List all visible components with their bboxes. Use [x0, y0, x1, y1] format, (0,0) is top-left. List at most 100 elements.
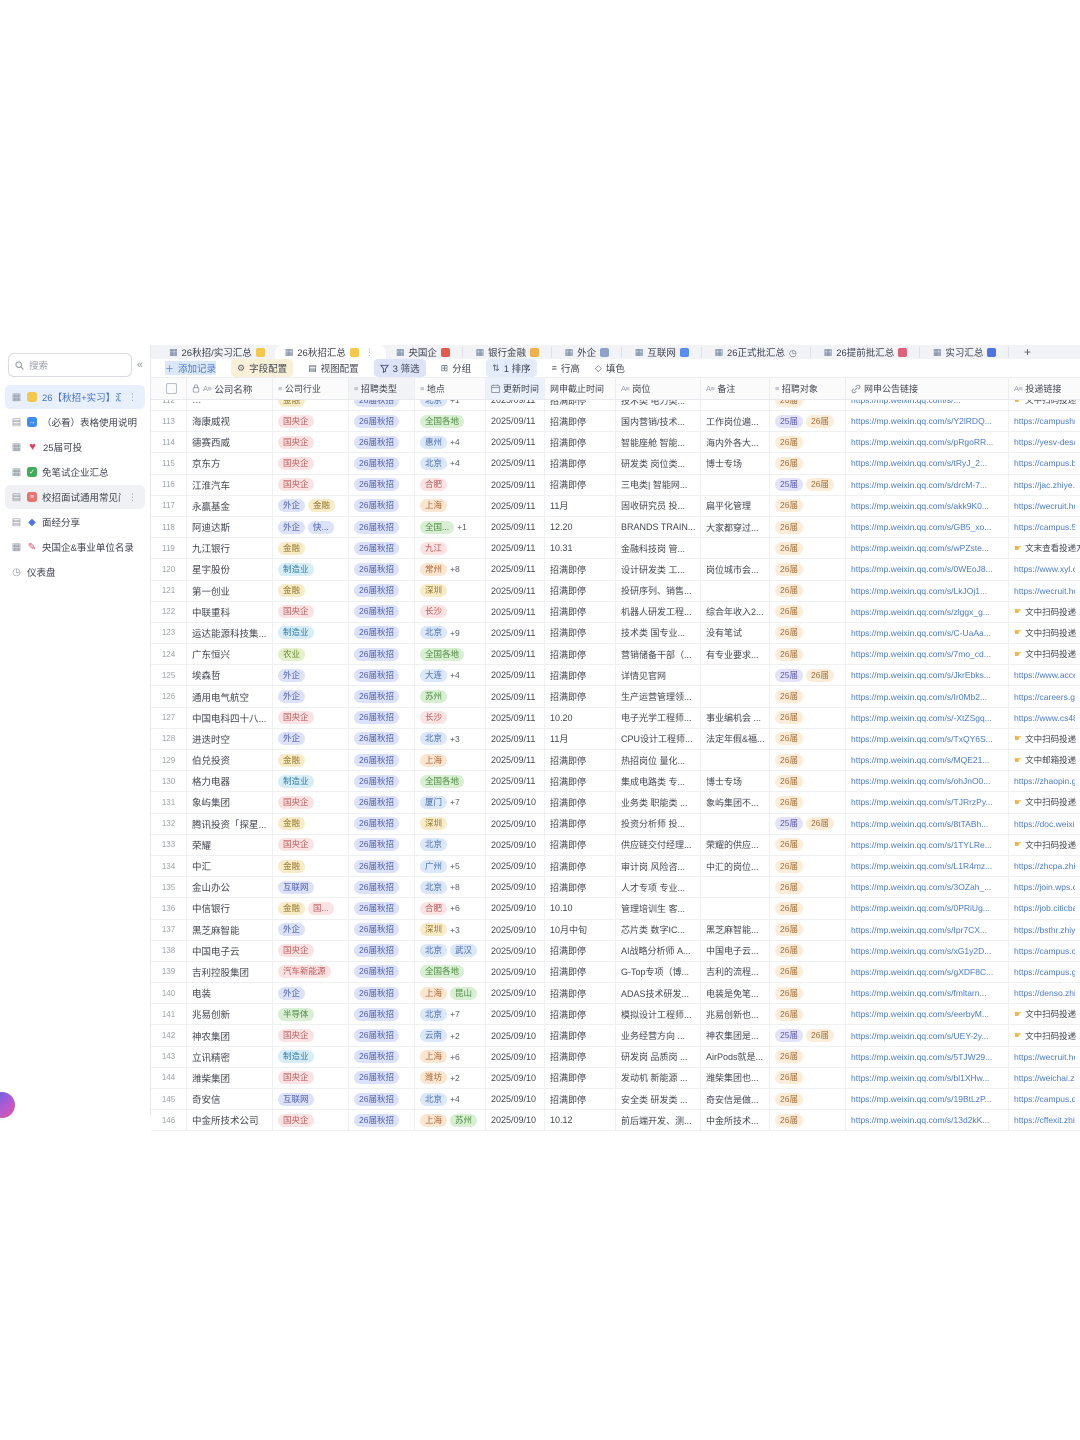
industry-cell[interactable]: 国央企: [273, 411, 349, 432]
target-cell[interactable]: 26届: [770, 1089, 846, 1110]
update-time-cell[interactable]: 2025/09/10: [486, 1110, 545, 1131]
recruit-type-cell[interactable]: 26届秋招: [349, 432, 415, 453]
target-cell[interactable]: 26届: [770, 686, 846, 707]
apply-link-cell[interactable]: https://zhaopin.gree...: [1009, 771, 1080, 791]
location-cell[interactable]: 长沙: [415, 601, 486, 622]
position-cell[interactable]: 机器人研发工程...: [616, 601, 701, 622]
position-cell[interactable]: 智能座舱 智能...: [616, 432, 701, 453]
announce-link[interactable]: https://mp.weixin.qq.com/s/akk9K0...: [851, 501, 989, 511]
location-cell[interactable]: 北京 +7: [415, 1004, 486, 1025]
announce-link[interactable]: https://mp.weixin.qq.com/s/bl1XHw...: [851, 1073, 989, 1083]
note-cell[interactable]: [701, 665, 770, 686]
update-time-cell[interactable]: 2025/09/10: [486, 813, 545, 834]
industry-cell[interactable]: 国央企: [273, 707, 349, 728]
note-cell[interactable]: 扁平化管理: [701, 495, 770, 516]
announce-link[interactable]: https://mp.weixin.qq.com/s/0PRiUg...: [851, 903, 990, 913]
location-cell[interactable]: 常州 +8: [415, 559, 486, 580]
update-time-cell[interactable]: 2025/09/11: [486, 771, 545, 792]
row-height-button[interactable]: ≡ 行高: [552, 361, 580, 375]
announce-link[interactable]: https://mp.weixin.qq.com/s/0WEoJ8...: [851, 564, 993, 574]
apply-link-cell[interactable]: ☛文中扫码投递: [1009, 729, 1080, 749]
row-number[interactable]: 126: [151, 686, 187, 707]
note-cell[interactable]: 象屿集团不...: [701, 792, 770, 813]
announce-link-cell[interactable]: https://mp.weixin.qq.com/s/LkJOj1...: [846, 580, 1009, 601]
deadline-cell[interactable]: 招满即停: [545, 622, 616, 644]
column-header-announce-link[interactable]: 网申公告链接: [846, 378, 1009, 399]
sidebar-item-1[interactable]: ▤ → （必看）表格使用说明: [5, 410, 145, 434]
sidebar-item-0[interactable]: ▦ 26【秋招+实习】汇... ⋮: [5, 385, 145, 409]
position-cell[interactable]: 金融科技岗 管...: [616, 538, 701, 559]
announce-link[interactable]: https://mp.weixin.qq.com/s/wPZste...: [851, 543, 989, 553]
apply-link-cell[interactable]: ☛文中扫码投递: [1009, 644, 1080, 664]
apply-link-cell[interactable]: ☛文中扫码投递: [1009, 792, 1080, 812]
deadline-cell[interactable]: 招满即停: [545, 855, 616, 877]
apply-link-cell[interactable]: ☛文中扫码投递: [1009, 623, 1080, 643]
company-name-cell[interactable]: 中国电子云: [187, 940, 273, 961]
target-cell[interactable]: 26届: [770, 750, 846, 771]
location-cell[interactable]: 上海 昆山: [415, 983, 486, 1004]
industry-cell[interactable]: 金融: [273, 855, 349, 877]
deadline-cell[interactable]: 招满即停: [545, 983, 616, 1004]
position-cell[interactable]: 发动机 新能源 ...: [616, 1067, 701, 1088]
position-cell[interactable]: 研发类 岗位类...: [616, 453, 701, 474]
announce-link[interactable]: https://mp.weixin.qq.com/s/Y2lRDQ...: [851, 416, 992, 426]
company-name-cell[interactable]: 电装: [187, 983, 273, 1004]
company-name-cell[interactable]: 伯兑投资: [187, 750, 273, 771]
location-cell[interactable]: 全国各地: [415, 411, 486, 432]
update-time-cell[interactable]: 2025/09/11: [486, 411, 545, 432]
recruit-type-cell[interactable]: 26届秋招: [349, 1067, 415, 1088]
announce-link[interactable]: https://mp.weixin.qq.com/s/GB5_xo...: [851, 522, 991, 532]
collapse-sidebar-icon[interactable]: «: [137, 359, 143, 371]
recruit-type-cell[interactable]: 26届秋招: [349, 1025, 415, 1046]
announce-link-cell[interactable]: https://mp.weixin.qq.com/s/zlggx_g...: [846, 601, 1009, 622]
location-cell[interactable]: 深圳: [415, 813, 486, 834]
company-name-cell[interactable]: 德赛西威: [187, 432, 273, 453]
note-cell[interactable]: 事业编机会 ...: [701, 707, 770, 728]
recruit-type-cell[interactable]: 26届秋招: [349, 1089, 415, 1110]
apply-link-cell[interactable]: ☛文中扫码投递: [1009, 602, 1080, 622]
position-cell[interactable]: 技术类 国专业...: [616, 622, 701, 644]
announce-link-cell[interactable]: https://mp.weixin.qq.com/s/tRyJ_2...: [846, 453, 1009, 474]
note-cell[interactable]: 博士专场: [701, 771, 770, 792]
company-name-cell[interactable]: 通用电气航空: [187, 686, 273, 707]
announce-link-cell[interactable]: https://mp.weixin.qq.com/s/GB5_xo...: [846, 516, 1009, 538]
apply-link-cell[interactable]: https://www.cs48.c...: [1009, 708, 1080, 728]
announce-link[interactable]: https://mp.weixin.qq.com/s/C-UaAa...: [851, 628, 991, 638]
deadline-cell[interactable]: 招满即停: [545, 411, 616, 432]
apply-link-cell[interactable]: https://job.citicbank...: [1009, 898, 1080, 918]
announce-link-cell[interactable]: https://mp.weixin.qq.com/s/fmltarn...: [846, 983, 1009, 1004]
position-cell[interactable]: 研发岗 品质岗 ...: [616, 1046, 701, 1067]
announce-link-cell[interactable]: https://mp.weixin.qq.com/s/Ipr7CX...: [846, 919, 1009, 940]
apply-link-cell[interactable]: https://campus.geel...: [1009, 962, 1080, 982]
industry-cell[interactable]: 金融: [273, 400, 349, 410]
deadline-cell[interactable]: 招满即停: [545, 400, 616, 410]
field-config-button[interactable]: ⚙ 字段配置: [231, 359, 294, 377]
location-cell[interactable]: 广州 +5: [415, 855, 486, 877]
company-name-cell[interactable]: 中联重科: [187, 601, 273, 622]
announce-link-cell[interactable]: https://mp.weixin.qq.com/s/MQE21...: [846, 750, 1009, 771]
apply-link-cell[interactable]: https://wecruit.hotj...: [1009, 581, 1080, 601]
company-name-cell[interactable]: 永赢基金: [187, 495, 273, 516]
recruit-type-cell[interactable]: 26届秋招: [349, 919, 415, 940]
deadline-cell[interactable]: 招满即停: [545, 834, 616, 855]
location-cell[interactable]: 长沙: [415, 707, 486, 728]
update-time-cell[interactable]: 2025/09/11: [486, 707, 545, 728]
apply-link-cell[interactable]: https://careers.geae...: [1009, 686, 1080, 706]
apply-link[interactable]: https://wecruit.hotj...: [1014, 501, 1075, 511]
location-cell[interactable]: 北京+1: [415, 400, 486, 410]
row-number[interactable]: 140: [151, 983, 187, 1004]
note-cell[interactable]: [701, 400, 770, 410]
position-cell[interactable]: 三电类| 智能网...: [616, 474, 701, 495]
note-cell[interactable]: [701, 686, 770, 707]
recruit-type-cell[interactable]: 26届秋招: [349, 686, 415, 707]
position-cell[interactable]: CPU设计工程师...: [616, 728, 701, 749]
industry-cell[interactable]: 外企: [273, 983, 349, 1004]
recruit-type-cell[interactable]: 26届秋招: [349, 453, 415, 474]
apply-link-cell[interactable]: https://campushr.hik...: [1009, 411, 1080, 431]
note-cell[interactable]: 海内外各大...: [701, 432, 770, 453]
company-name-cell[interactable]: 进迭时空: [187, 728, 273, 749]
announce-link-cell[interactable]: https://mp.weixin.qq.com/s/Y2lRDQ...: [846, 411, 1009, 432]
position-cell[interactable]: 设计研发类 工...: [616, 559, 701, 580]
deadline-cell[interactable]: 招满即停: [545, 961, 616, 983]
update-time-cell[interactable]: 2025/09/10: [486, 898, 545, 919]
